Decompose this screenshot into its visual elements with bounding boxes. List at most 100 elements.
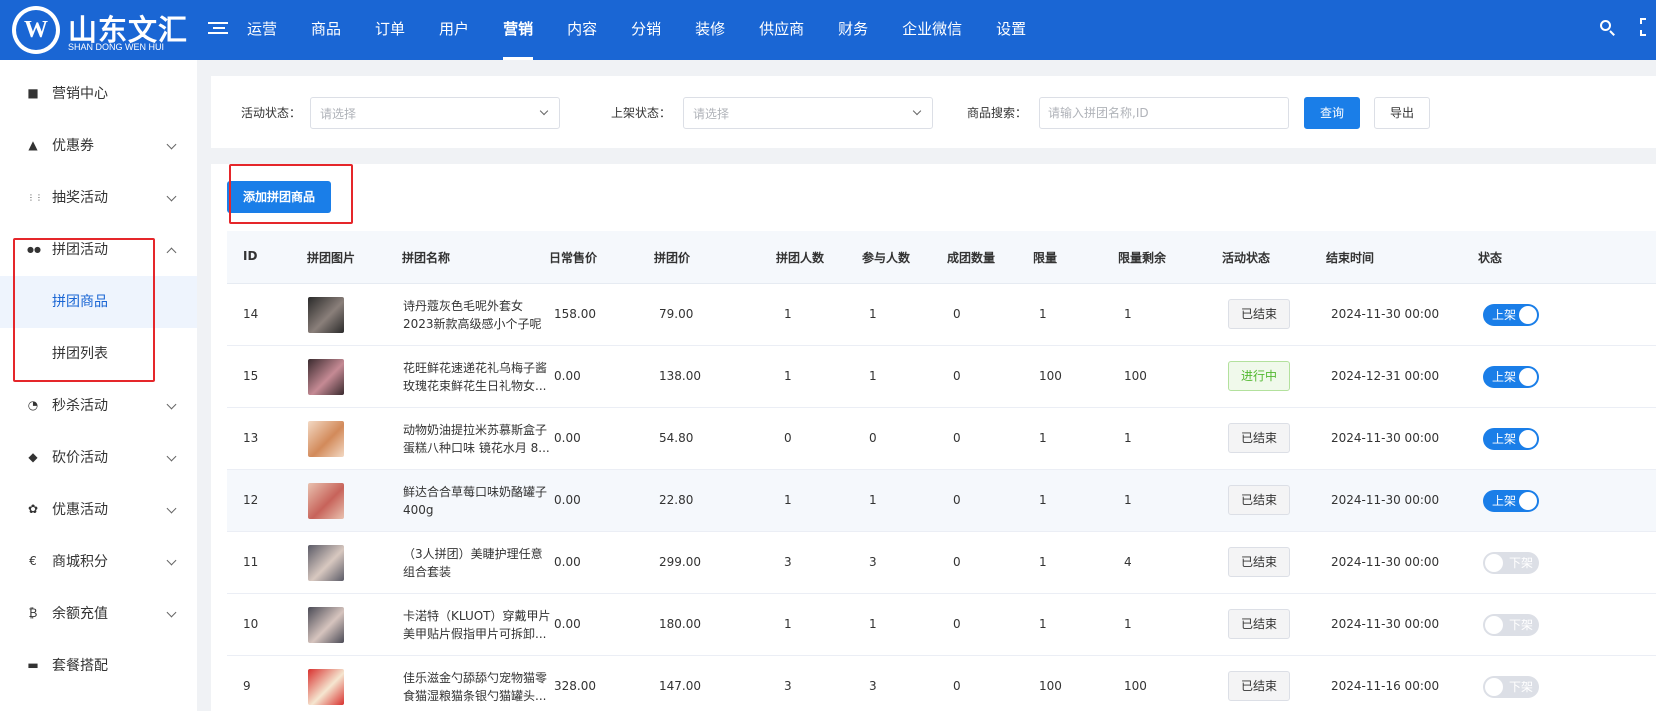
nav-item[interactable]: 供应商 — [742, 0, 821, 60]
shelf-toggle-label: 上架 — [1492, 494, 1517, 508]
cell-price: 328.00 — [554, 679, 596, 693]
clock-icon: ◔ — [27, 398, 39, 412]
cell-group-price: 22.80 — [659, 493, 694, 507]
marketing-center-icon: ■ — [27, 86, 39, 100]
shelf-toggle[interactable]: 下架 — [1483, 676, 1539, 698]
column-header: 活动状态 — [1222, 251, 1271, 265]
nav-item[interactable]: 订单 — [358, 0, 422, 60]
column-header: 状态 — [1478, 251, 1503, 265]
top-header: W 山东文汇 SHAN DONG WEN HUI 运营 商品 订单 用户 营销 内容 分销装… — [0, 0, 1656, 60]
table-row[interactable]: 13 动物奶油提拉米苏慕斯盒子蛋糕八种口味 镜花水月 8... 0.00 54.80 0… — [227, 408, 1656, 470]
add-group-product-button[interactable]: 添加拼团商品 — [227, 181, 331, 213]
nav-item[interactable]: 用户 — [422, 0, 486, 60]
sidebar-subitem[interactable]: 拼团列表 — [0, 328, 197, 380]
brand-logo[interactable]: W 山东文汇 SHAN DONG WEN HUI — [8, 4, 188, 56]
sidebar-item[interactable]: € 商城积分 — [0, 536, 197, 588]
sidebar-item[interactable]: ◔ 秒杀活动 — [0, 380, 197, 432]
cell-group-size: 1 — [784, 617, 792, 631]
sidebar-item[interactable]: ■ 营销中心 — [0, 68, 197, 120]
cell-limit: 1 — [1039, 431, 1047, 445]
column-header: 拼团图片 — [307, 251, 356, 265]
lock-icon: ▲ — [28, 138, 38, 152]
product-search-input[interactable] — [1039, 97, 1289, 129]
cell-id: 10 — [243, 617, 259, 631]
search-icon[interactable] — [1598, 18, 1618, 38]
nav-item[interactable]: 分销 — [614, 0, 678, 60]
sidebar-subitem[interactable]: 拼团商品 — [0, 276, 197, 328]
sidebar-item[interactable]: ●● 拼团活动 — [0, 224, 197, 276]
cell-groups: 0 — [953, 493, 961, 507]
cup-icon: ▬ — [27, 658, 39, 672]
cell-limit: 1 — [1039, 493, 1047, 507]
sidebar-item[interactable]: ₿ 余额充值 — [0, 588, 197, 640]
cell-price: 0.00 — [554, 555, 581, 569]
export-button[interactable]: 导出 — [1374, 97, 1430, 129]
shelf-toggle[interactable]: 上架 — [1483, 428, 1539, 450]
cell-remaining: 1 — [1124, 617, 1132, 631]
grid-icon: ⋮⋮ — [27, 193, 43, 202]
cell-participants: 3 — [869, 679, 877, 693]
shelf-toggle[interactable]: 上架 — [1483, 490, 1539, 512]
nav-item[interactable]: 财务 — [821, 0, 885, 60]
product-thumbnail[interactable] — [308, 483, 344, 519]
sidebar-item[interactable]: ▬ 套餐搭配 — [0, 640, 197, 692]
menu-toggle-icon[interactable] — [208, 19, 228, 39]
activity-status-label: 活动状态： — [241, 106, 302, 120]
product-thumbnail[interactable] — [308, 545, 344, 581]
status-badge: 进行中 — [1228, 361, 1290, 391]
status-badge: 已结束 — [1228, 547, 1290, 577]
shelf-status-select[interactable]: 请选择 — [683, 97, 933, 129]
toggle-knob — [1485, 678, 1503, 696]
cell-participants: 1 — [869, 369, 877, 383]
shelf-toggle[interactable]: 上架 — [1483, 304, 1539, 326]
shelf-toggle-label: 下架 — [1509, 680, 1534, 694]
euro-icon: € — [29, 554, 37, 568]
toggle-knob — [1519, 306, 1537, 324]
table-row[interactable]: 9 佳乐滋金勺舔舔勺宠物猫零食猫湿粮猫条银勺猫罐头... 328.00 147.00 3… — [227, 656, 1656, 711]
nav-item[interactable]: 运营 — [230, 0, 294, 60]
nav-item[interactable]: 装修 — [678, 0, 742, 60]
sidebar-item[interactable]: ▲ 优惠券 — [0, 120, 197, 172]
column-header: 结束时间 — [1326, 251, 1375, 265]
sidebar-item[interactable]: ◆ 砍价活动 — [0, 432, 197, 484]
cell-group-price: 54.80 — [659, 431, 694, 445]
sidebar: ■ 营销中心 ▲ 优惠券 ⋮⋮ 抽奖活动 ●● 拼团活动 ◔ 秒杀活动 ◆ 砍价活动 ✿ 优惠活动 € 商城积… — [0, 60, 197, 711]
product-thumbnail[interactable] — [308, 359, 344, 395]
table-row[interactable]: 15 花旺鲜花速递花礼乌梅子酱玫瑰花束鲜花生日礼物女... 0.00 138.00 1 1… — [227, 346, 1656, 408]
query-button[interactable]: 查询 — [1304, 97, 1360, 129]
cell-group-size: 0 — [784, 431, 792, 445]
product-thumbnail[interactable] — [308, 297, 344, 333]
table-row[interactable]: 11 （3人拼团）美睫护理任意组合套装 0.00 299.00 3 3 0 1 4 已结束 2024… — [227, 532, 1656, 594]
nav-item[interactable]: 内容 — [550, 0, 614, 60]
shelf-toggle-label: 下架 — [1509, 618, 1534, 632]
shelf-toggle[interactable]: 下架 — [1483, 614, 1539, 636]
shelf-toggle[interactable]: 上架 — [1483, 366, 1539, 388]
shelf-toggle-label: 下架 — [1509, 556, 1534, 570]
nav-item[interactable]: 企业微信 — [885, 0, 979, 60]
nav-item[interactable]: 商品 — [294, 0, 358, 60]
table-row[interactable]: 12 鲜达合合草莓口味奶酪罐子400g 0.00 22.80 1 1 0 1 1 已结束 2024-… — [227, 470, 1656, 532]
fullscreen-icon[interactable] — [1640, 18, 1656, 38]
product-thumbnail[interactable] — [308, 669, 344, 705]
cell-price: 0.00 — [554, 493, 581, 507]
cell-id: 11 — [243, 555, 259, 569]
nav-item[interactable]: 设置 — [979, 0, 1043, 60]
sidebar-item[interactable]: ⋮⋮ 抽奖活动 — [0, 172, 197, 224]
cell-group-price: 147.00 — [659, 679, 701, 693]
product-thumbnail[interactable] — [308, 421, 344, 457]
sidebar-item[interactable]: ✿ 优惠活动 — [0, 484, 197, 536]
cell-participants: 1 — [869, 617, 877, 631]
cell-remaining: 1 — [1124, 493, 1132, 507]
nav-item[interactable]: 营销 — [486, 0, 550, 60]
table-row[interactable]: 10 卡渃特（KLUOT）穿戴甲片美甲贴片假指甲片可拆卸... 0.00 180.00… — [227, 594, 1656, 656]
table-row[interactable]: 14 诗丹蔻灰色毛呢外套女2023新款高级感小个子呢子赫... 158.00 79.0… — [227, 284, 1656, 346]
column-header: 拼团人数 — [776, 251, 825, 265]
cell-remaining: 1 — [1124, 307, 1132, 321]
product-thumbnail[interactable] — [308, 607, 344, 643]
cell-group-size: 1 — [784, 369, 792, 383]
cell-participants: 1 — [869, 493, 877, 507]
toggle-knob — [1519, 492, 1537, 510]
activity-status-select[interactable]: 请选择 — [310, 97, 560, 129]
shelf-toggle[interactable]: 下架 — [1483, 552, 1539, 574]
chevron-down-icon — [166, 139, 177, 150]
